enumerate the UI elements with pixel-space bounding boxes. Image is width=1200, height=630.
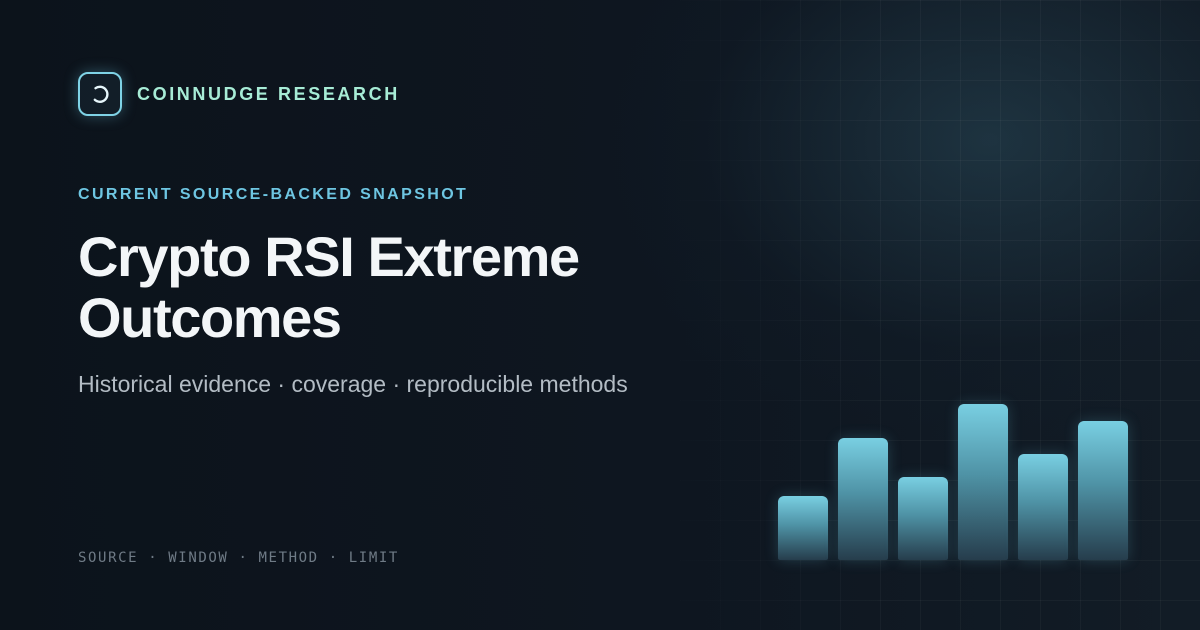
decorative-bar bbox=[958, 404, 1008, 560]
social-card: COINNUDGE RESEARCH CURRENT SOURCE-BACKED… bbox=[0, 0, 1200, 630]
decorative-bar bbox=[1078, 421, 1128, 560]
title-line-1: Crypto RSI Extreme bbox=[78, 225, 580, 288]
page-title: Crypto RSI Extreme Outcomes bbox=[78, 226, 698, 348]
decorative-bar bbox=[1018, 454, 1068, 560]
subtitle: Historical evidence · coverage · reprodu… bbox=[78, 371, 628, 397]
decorative-bar bbox=[778, 496, 828, 560]
decorative-bar bbox=[838, 438, 888, 560]
decorative-bar-chart bbox=[770, 396, 1140, 564]
decorative-bar bbox=[898, 477, 948, 560]
refresh-arc-icon bbox=[78, 72, 122, 116]
title-line-2: Outcomes bbox=[78, 286, 342, 349]
brand: COINNUDGE RESEARCH bbox=[78, 72, 400, 116]
brand-name: COINNUDGE RESEARCH bbox=[137, 83, 400, 104]
footer-tags: SOURCE · WINDOW · METHOD · LIMIT bbox=[78, 550, 399, 566]
kicker: CURRENT SOURCE-BACKED SNAPSHOT bbox=[78, 186, 469, 203]
